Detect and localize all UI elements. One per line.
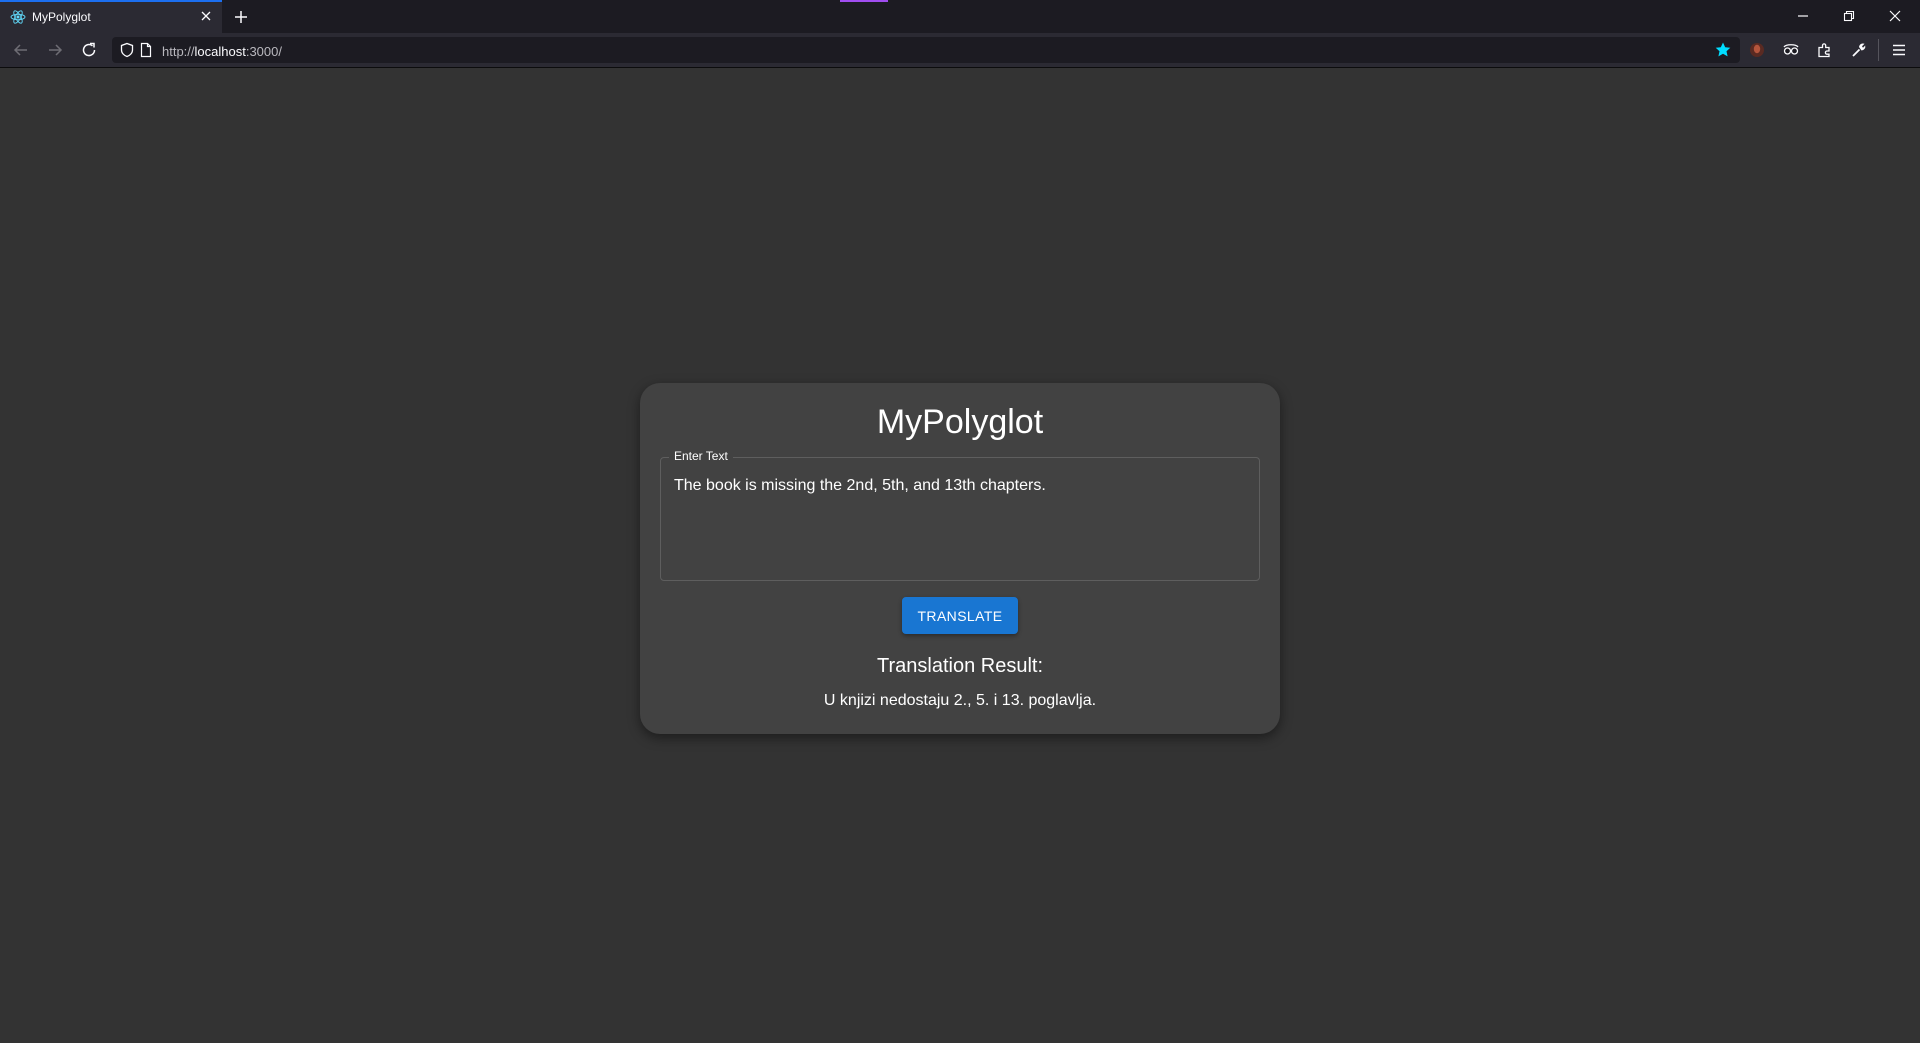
window-close-icon[interactable] [1887,8,1903,24]
url-scheme: http:// [162,44,195,59]
menu-icon[interactable] [1890,41,1908,59]
forward-arrow-icon[interactable] [46,41,64,59]
browser-tab[interactable]: MyPolyglot [0,0,222,33]
url-host: localhost [194,44,246,59]
close-icon[interactable] [198,8,214,24]
shield-icon[interactable] [119,42,135,58]
browser-tab-bar: MyPolyglot [0,0,1920,33]
text-input-field[interactable]: Enter Text The book is missing the 2nd, … [660,449,1260,581]
active-tab-indicator [0,0,222,2]
extension-glasses-icon[interactable] [1782,41,1800,59]
url-text[interactable]: http://localhost:3000/ [162,44,282,59]
app-title: MyPolyglot [876,403,1044,441]
browser-toolbar: http://localhost:3000/ [0,33,1920,68]
extension-avatar-icon[interactable] [1748,41,1766,59]
translation-result-heading: Translation Result: [877,655,1043,677]
bookmark-star-icon[interactable] [1714,41,1732,59]
toolbar-separator [1878,39,1879,61]
plus-icon[interactable] [232,8,250,26]
text-input-label: Enter Text [669,449,733,463]
private-accent-strip [840,0,888,2]
translate-button[interactable]: TRANSLATE [902,597,1018,634]
back-arrow-icon[interactable] [12,41,30,59]
translator-card: MyPolyglot Enter Text The book is missin… [640,383,1280,734]
react-favicon-icon [10,9,26,25]
text-input-value[interactable]: The book is missing the 2nd, 5th, and 13… [674,477,1046,495]
reload-icon[interactable] [80,41,98,59]
minimize-icon[interactable] [1795,8,1811,24]
translation-result-text: U knjizi nedostaju 2., 5. i 13. poglavlj… [823,692,1097,709]
address-bar[interactable]: http://localhost:3000/ [112,37,1740,63]
page-icon[interactable] [139,42,153,58]
wrench-icon[interactable] [1850,41,1868,59]
restore-icon[interactable] [1841,8,1857,24]
puzzle-icon[interactable] [1816,41,1834,59]
tab-title: MyPolyglot [32,10,91,24]
url-path: :3000/ [245,44,282,59]
